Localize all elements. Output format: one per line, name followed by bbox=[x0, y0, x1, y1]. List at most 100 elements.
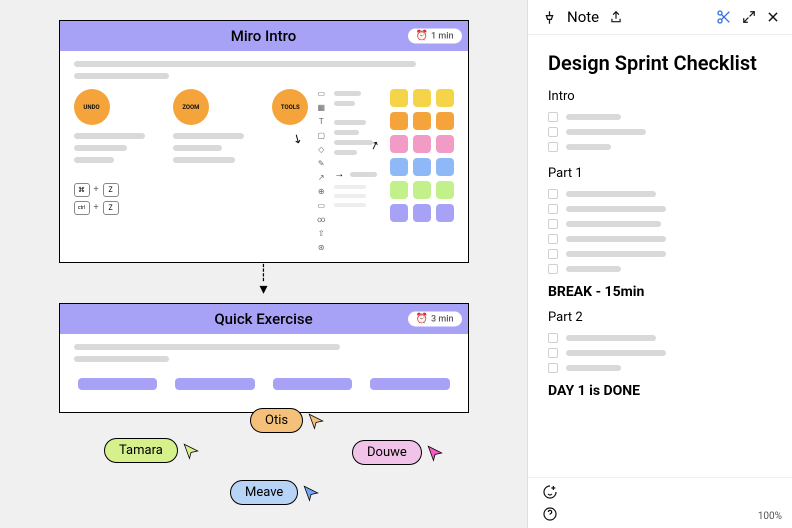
placeholder-line bbox=[334, 130, 359, 135]
color-swatch[interactable] bbox=[413, 135, 431, 153]
comment-icon: ⊕ bbox=[317, 187, 326, 196]
placeholder-line bbox=[566, 221, 661, 227]
color-swatch[interactable] bbox=[413, 112, 431, 130]
swatch-grid bbox=[390, 89, 454, 222]
pen-icon: ✎ bbox=[317, 159, 326, 168]
cursor-icon bbox=[302, 484, 320, 502]
pin-icon[interactable] bbox=[542, 10, 557, 25]
color-swatch[interactable] bbox=[390, 112, 408, 130]
checklist-item[interactable] bbox=[548, 204, 772, 214]
color-swatch[interactable] bbox=[436, 204, 454, 222]
section-done-label: DAY 1 is DONE bbox=[548, 383, 772, 399]
canvas[interactable]: Miro Intro ⏰ 1 min UNDO ⌘ + bbox=[0, 0, 527, 528]
zoom-button[interactable]: ZOOM bbox=[173, 89, 209, 125]
share-icon[interactable] bbox=[609, 10, 623, 24]
exercise-slots bbox=[74, 378, 454, 402]
color-swatch[interactable] bbox=[436, 181, 454, 199]
checklist-item[interactable] bbox=[548, 127, 772, 137]
connector-arrow: ┊▾ bbox=[30, 265, 497, 297]
checklist-item[interactable] bbox=[548, 234, 772, 244]
note-body[interactable]: Design Sprint Checklist Intro Part 1 BRE… bbox=[528, 35, 792, 477]
slot[interactable] bbox=[273, 378, 353, 390]
checklist-item[interactable] bbox=[548, 142, 772, 152]
checkbox[interactable] bbox=[548, 363, 558, 373]
placeholder-line bbox=[566, 350, 666, 356]
placeholder-line bbox=[566, 129, 646, 135]
undo-button[interactable]: UNDO bbox=[74, 89, 110, 125]
checklist-item[interactable] bbox=[548, 249, 772, 259]
color-swatch[interactable] bbox=[436, 135, 454, 153]
placeholder-line bbox=[74, 157, 114, 163]
note-panel-header: Note bbox=[528, 0, 792, 35]
placeholder-line bbox=[334, 185, 366, 189]
scissors-icon[interactable] bbox=[716, 9, 732, 25]
checklist-item[interactable] bbox=[548, 348, 772, 358]
cursor-label: Douwe bbox=[352, 440, 422, 465]
checkbox[interactable] bbox=[548, 189, 558, 199]
color-swatch[interactable] bbox=[413, 158, 431, 176]
color-swatch[interactable] bbox=[390, 181, 408, 199]
checkbox[interactable] bbox=[548, 348, 558, 358]
frame-miro-intro[interactable]: Miro Intro ⏰ 1 min UNDO ⌘ + bbox=[59, 20, 469, 263]
checkbox[interactable] bbox=[548, 219, 558, 229]
checkbox[interactable] bbox=[548, 204, 558, 214]
section-part1-label: Part 1 bbox=[548, 166, 772, 181]
placeholder-line bbox=[74, 145, 128, 151]
color-swatch[interactable] bbox=[390, 158, 408, 176]
placeholder-line bbox=[334, 101, 354, 106]
arrow-icon: ↘ bbox=[290, 130, 311, 150]
color-swatch[interactable] bbox=[390, 204, 408, 222]
color-swatch[interactable] bbox=[436, 112, 454, 130]
checkbox[interactable] bbox=[548, 333, 558, 343]
reactions-icon[interactable] bbox=[542, 484, 558, 500]
text-icon: T bbox=[317, 117, 326, 126]
slot[interactable] bbox=[175, 378, 255, 390]
checklist-item[interactable] bbox=[548, 264, 772, 274]
time-label: 3 min bbox=[431, 314, 454, 324]
color-swatch[interactable] bbox=[413, 204, 431, 222]
placeholder-line bbox=[74, 356, 169, 362]
checkbox[interactable] bbox=[548, 234, 558, 244]
placeholder-line bbox=[334, 203, 366, 207]
color-swatch[interactable] bbox=[390, 89, 408, 107]
column-swatches: ↗ bbox=[390, 89, 454, 252]
checkbox[interactable] bbox=[548, 112, 558, 122]
arrow-icon: → bbox=[334, 169, 344, 180]
frame-quick-exercise[interactable]: Quick Exercise ⏰ 3 min bbox=[59, 303, 469, 413]
time-badge: ⏰ 1 min bbox=[408, 29, 462, 44]
cursor-tamara: Tamara bbox=[104, 438, 200, 463]
placeholder-line bbox=[566, 266, 621, 272]
checkbox[interactable] bbox=[548, 127, 558, 137]
shortcut-ctrl-z: ctrl + Z bbox=[74, 201, 163, 215]
placeholder-line bbox=[74, 133, 146, 139]
color-swatch[interactable] bbox=[436, 89, 454, 107]
section-intro-label: Intro bbox=[548, 89, 772, 104]
color-swatch[interactable] bbox=[413, 181, 431, 199]
checklist-item[interactable] bbox=[548, 333, 772, 343]
checkbox[interactable] bbox=[548, 264, 558, 274]
note-footer: 100% bbox=[528, 477, 792, 528]
tools-button[interactable]: TOOLS bbox=[272, 89, 308, 125]
help-icon[interactable] bbox=[542, 506, 558, 522]
placeholder-line bbox=[74, 61, 416, 67]
color-swatch[interactable] bbox=[413, 89, 431, 107]
checklist-item[interactable] bbox=[548, 112, 772, 122]
checklist-item[interactable] bbox=[548, 363, 772, 373]
section-part2-label: Part 2 bbox=[548, 310, 772, 325]
column-zoom: ZOOM bbox=[173, 89, 262, 252]
color-swatch[interactable] bbox=[436, 158, 454, 176]
color-swatch[interactable] bbox=[390, 135, 408, 153]
clock-icon: ⏰ bbox=[416, 314, 428, 325]
zoom-level[interactable]: 100% bbox=[758, 511, 782, 522]
checklist-item[interactable] bbox=[548, 189, 772, 199]
close-icon[interactable] bbox=[766, 10, 780, 24]
checkbox[interactable] bbox=[548, 142, 558, 152]
checklist-item[interactable] bbox=[548, 219, 772, 229]
slot[interactable] bbox=[370, 378, 450, 390]
placeholder-line bbox=[334, 194, 366, 198]
time-label: 1 min bbox=[431, 31, 454, 41]
clock-icon: ⏰ bbox=[416, 31, 428, 42]
slot[interactable] bbox=[78, 378, 158, 390]
expand-icon[interactable] bbox=[742, 10, 756, 24]
checkbox[interactable] bbox=[548, 249, 558, 259]
